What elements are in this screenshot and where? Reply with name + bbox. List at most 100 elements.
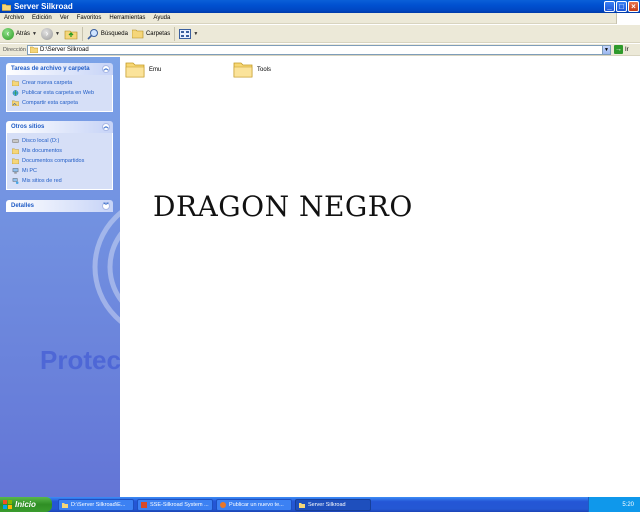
menu-herramientas[interactable]: Herramientas (105, 15, 149, 21)
folder-item-tools[interactable]: Tools (233, 61, 271, 78)
details-panel: Detalles ︾ (6, 200, 113, 212)
folder-icon (125, 62, 145, 78)
window-title: Server Silkroad (14, 2, 73, 11)
share-folder-icon (12, 100, 19, 106)
taskbar-button-label: SSE-Silkroad System ... (150, 501, 209, 508)
drive-icon (12, 139, 19, 143)
place-local-disk[interactable]: Disco local (D:) (12, 136, 112, 146)
place-label: Mis sitios de red (22, 178, 62, 184)
start-label: Inicio (15, 500, 36, 509)
menu-bar: Archivo Edición Ver Favoritos Herramient… (0, 13, 640, 24)
search-button[interactable]: Búsqueda (85, 26, 130, 42)
system-tray: 5:20 (588, 497, 640, 512)
panel-title: Tareas de archivo y carpeta (11, 66, 90, 72)
maximize-button[interactable]: □ (616, 1, 627, 12)
back-button[interactable]: ‹ Atrás ▼ (0, 26, 39, 42)
taskbar-button-sse[interactable]: SSE-Silkroad System ... (137, 498, 213, 511)
windows-logo-icon (616, 13, 640, 24)
taskbar-button-server-silkroad[interactable]: Server Silkroad (295, 498, 371, 511)
title-bar[interactable]: Server Silkroad _ □ × (0, 0, 640, 13)
folder-icon (30, 46, 38, 53)
go-button[interactable]: → Ir (614, 45, 629, 54)
folder-item-emu[interactable]: Emu (125, 61, 161, 78)
task-label: Publicar esta carpeta en Web (22, 90, 95, 96)
computer-icon (12, 168, 19, 174)
folder-name: Emu (149, 66, 162, 73)
place-network[interactable]: Mis sitios de red (12, 176, 112, 186)
up-folder-icon (64, 30, 78, 39)
menu-edicion[interactable]: Edición (28, 15, 56, 21)
address-value: D:\Server Silkroad (40, 46, 89, 53)
task-share-folder[interactable]: Compartir esta carpeta (12, 98, 112, 108)
globe-icon (12, 90, 19, 96)
chevron-down-icon[interactable]: ▼ (55, 31, 60, 37)
address-bar: Dirección D:\Server Silkroad ▼ → Ir (0, 44, 640, 56)
forward-button[interactable]: › ▼ (39, 26, 62, 42)
panel-title: Otros sitios (11, 124, 45, 130)
file-list-area[interactable]: Emu Tools (120, 57, 640, 497)
back-arrow-icon: ‹ (2, 27, 14, 40)
taskbar-button-explorer-e[interactable]: D:\Server Silkroad\E... (58, 498, 134, 511)
panel-title: Detalles (11, 203, 35, 209)
task-label: Compartir esta carpeta (22, 100, 78, 106)
address-label: Dirección (3, 46, 26, 53)
place-label: Mi PC (22, 168, 37, 174)
browser-icon (220, 501, 226, 508)
place-my-documents[interactable]: Mis documentos (12, 146, 112, 156)
menu-ver[interactable]: Ver (56, 15, 73, 21)
chevron-down-icon[interactable]: ▼ (32, 31, 37, 37)
menu-ayuda[interactable]: Ayuda (149, 15, 174, 21)
folder-icon (299, 502, 305, 508)
windows-flag-icon (3, 500, 12, 509)
expand-icon[interactable]: ︾ (102, 202, 110, 210)
folders-label: Carpetas (145, 30, 171, 37)
folders-icon (131, 29, 144, 39)
toolbar: ‹ Atrás ▼ › ▼ Búsqueda Carpetas ▼ (0, 25, 640, 43)
views-icon (179, 28, 192, 39)
folders-button[interactable]: Carpetas (130, 26, 172, 42)
panel-header[interactable]: Tareas de archivo y carpeta ︽ (6, 63, 113, 75)
go-arrow-icon: → (614, 45, 623, 54)
toolbar-separator (174, 26, 176, 41)
file-tasks-panel: Tareas de archivo y carpeta ︽ Crear nuev… (6, 63, 113, 112)
close-button[interactable]: × (628, 1, 639, 12)
other-places-panel: Otros sitios ︽ Disco local (D:) Mis docu… (6, 121, 113, 190)
chevron-down-icon[interactable]: ▼ (193, 31, 198, 37)
search-label: Búsqueda (100, 30, 128, 37)
menu-favoritos[interactable]: Favoritos (73, 15, 106, 21)
folder-icon (12, 158, 19, 164)
panel-header[interactable]: Detalles ︾ (6, 200, 113, 212)
folder-icon (62, 502, 68, 508)
place-my-computer[interactable]: Mi PC (12, 166, 112, 176)
collapse-icon[interactable]: ︽ (102, 123, 110, 131)
task-publish-web[interactable]: Publicar esta carpeta en Web (12, 88, 112, 98)
clock[interactable]: 5:20 (622, 502, 634, 508)
network-icon (12, 178, 19, 184)
task-pane: Protec Tareas de archivo y carpeta ︽ Cre… (0, 57, 120, 497)
task-create-folder[interactable]: Crear nueva carpeta (12, 78, 112, 88)
toolbar-separator (81, 26, 83, 41)
taskbar: Inicio D:\Server Silkroad\E... SSE-Silkr… (0, 497, 640, 512)
menu-archivo[interactable]: Archivo (0, 15, 28, 21)
go-label: Ir (625, 46, 629, 53)
app-icon (141, 501, 147, 508)
search-icon (87, 28, 98, 40)
folder-icon (233, 62, 253, 78)
collapse-icon[interactable]: ︽ (102, 65, 110, 73)
views-button[interactable]: ▼ (177, 26, 200, 42)
start-button[interactable]: Inicio (0, 497, 52, 512)
address-dropdown-button[interactable]: ▼ (602, 45, 610, 54)
up-folder-button[interactable] (62, 26, 80, 42)
place-shared-documents[interactable]: Documentos compartidos (12, 156, 112, 166)
taskbar-button-label: D:\Server Silkroad\E... (71, 501, 126, 508)
taskbar-button-label: Server Silkroad (308, 501, 346, 508)
place-label: Mis documentos (22, 148, 63, 154)
folder-name: Tools (257, 66, 272, 73)
taskbar-button-label: Publicar un nuevo te... (229, 501, 284, 508)
panel-header[interactable]: Otros sitios ︽ (6, 121, 113, 133)
address-input[interactable]: D:\Server Silkroad ▼ (27, 44, 611, 55)
taskbar-button-browser[interactable]: Publicar un nuevo te... (216, 498, 292, 511)
forward-arrow-icon: › (40, 27, 53, 40)
minimize-button[interactable]: _ (604, 1, 615, 12)
place-label: Disco local (D:) (22, 138, 60, 144)
